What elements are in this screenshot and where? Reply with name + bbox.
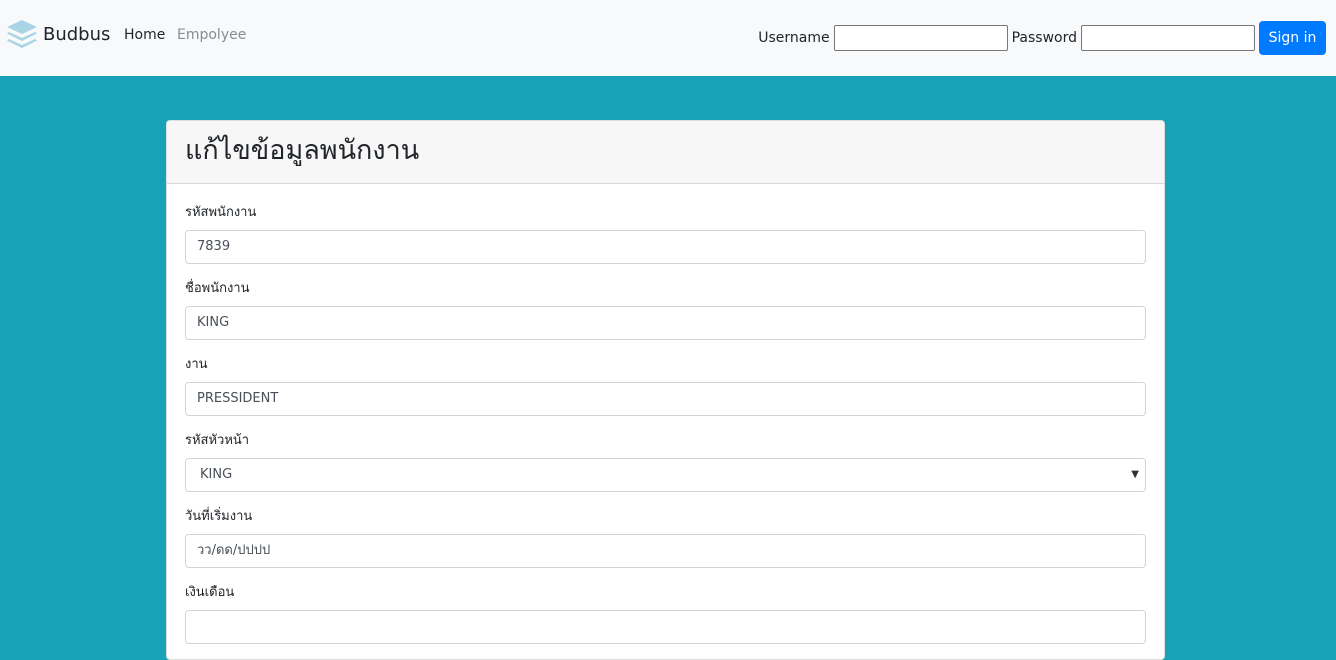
hire-date-input[interactable]: วว/ดด/ปปปป — [185, 534, 1146, 568]
salary-label: เงินเดือน — [185, 585, 235, 600]
username-label: Username — [758, 30, 830, 46]
navbar: Budbus Home Empolyee Username Password S… — [0, 0, 1336, 76]
caret-down-icon: ▼ — [1131, 469, 1139, 480]
login-form: Username Password Sign in — [758, 21, 1326, 55]
password-label: Password — [1011, 30, 1077, 46]
employee-name-label: ชื่อพนักงาน — [185, 281, 250, 296]
nav-home-link[interactable]: Home — [124, 27, 165, 43]
card-header: แก้ไขข้อมูลพนักงาน — [167, 121, 1164, 184]
password-input[interactable] — [1081, 25, 1255, 51]
layers-logo-icon — [7, 20, 37, 48]
nav-employee-link[interactable]: Empolyee — [177, 27, 246, 43]
brand-name: Budbus — [43, 23, 111, 45]
employee-name-input[interactable]: KING — [185, 306, 1146, 340]
page-title: แก้ไขข้อมูลพนักงาน — [185, 135, 420, 166]
manager-id-label: รหัสหัวหน้า — [185, 433, 250, 448]
job-label: งาน — [185, 357, 208, 372]
username-input[interactable] — [833, 25, 1008, 51]
card-body: รหัสพนักงาน 7839 ชื่อพนักงาน KING งาน PR… — [167, 184, 1164, 644]
manager-select[interactable]: KING ▼ — [185, 458, 1146, 492]
salary-input[interactable] — [185, 610, 1146, 644]
brand[interactable]: Budbus — [5, 18, 110, 50]
hire-date-label: วันที่เริ่มงาน — [185, 509, 253, 524]
sign-in-button[interactable]: Sign in — [1259, 21, 1326, 55]
manager-select-value: KING — [200, 467, 233, 482]
job-input[interactable]: PRESSIDENT — [185, 382, 1146, 416]
employee-id-input[interactable]: 7839 — [185, 230, 1146, 264]
employee-id-label: รหัสพนักงาน — [185, 205, 257, 220]
edit-employee-card: แก้ไขข้อมูลพนักงาน รหัสพนักงาน 7839 ชื่อ… — [166, 120, 1165, 660]
